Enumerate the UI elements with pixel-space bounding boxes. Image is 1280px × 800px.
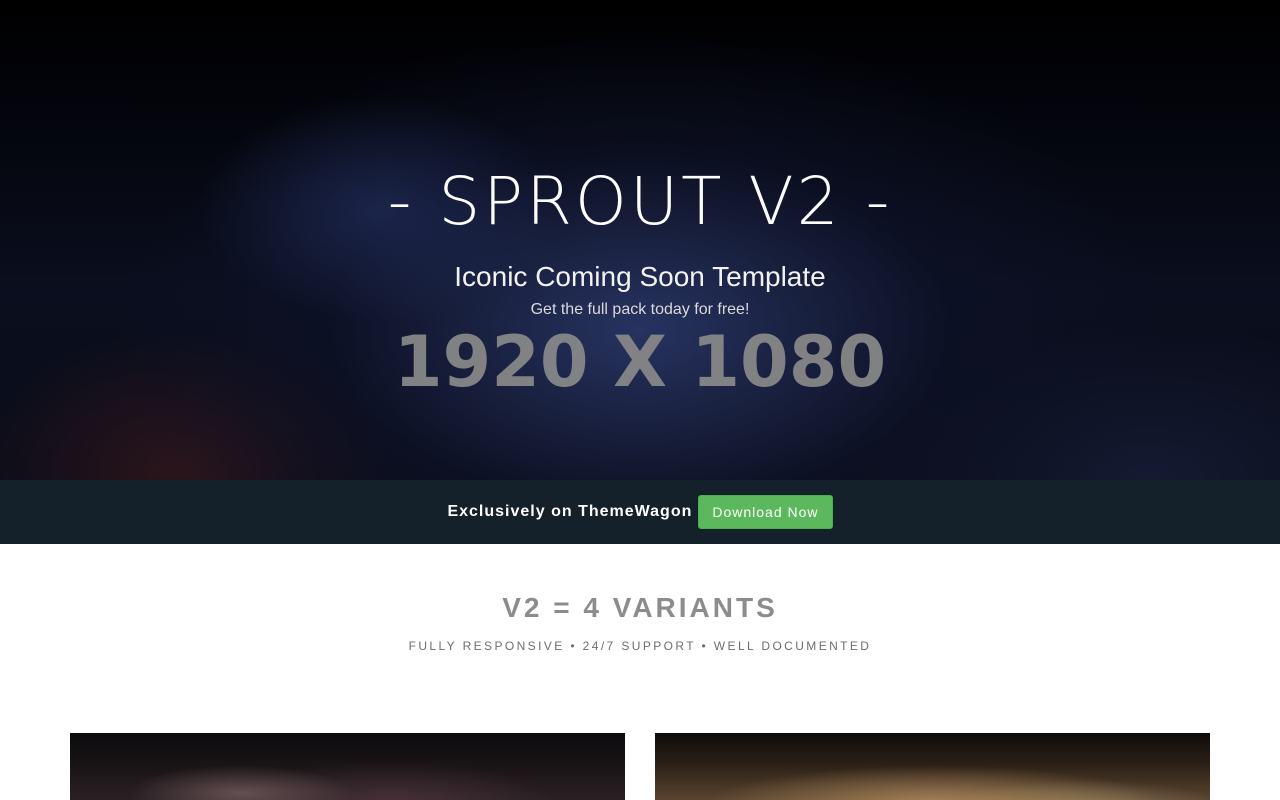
hero-section: - SPROUT V2 - Iconic Coming Soon Templat… [0, 0, 1280, 480]
variant-preview-image[interactable] [70, 733, 625, 800]
download-now-button[interactable]: Download Now [698, 495, 833, 529]
hero-subtitle: Iconic Coming Soon Template [454, 261, 826, 292]
variants-heading: V2 = 4 VARIANTS [502, 592, 778, 623]
hero-placeholder-dimensions: 1920 X 1080 [393, 321, 887, 403]
features-subheading: FULLY RESPONSIVE • 24/7 SUPPORT • WELL D… [408, 639, 872, 653]
variant-preview-image[interactable] [655, 733, 1210, 800]
banner-text: Exclusively on ThemeWagon [447, 503, 693, 520]
hero-title: - SPROUT V2 - [387, 163, 893, 240]
promo-banner: Exclusively on ThemeWagon Download Now [0, 480, 1280, 544]
